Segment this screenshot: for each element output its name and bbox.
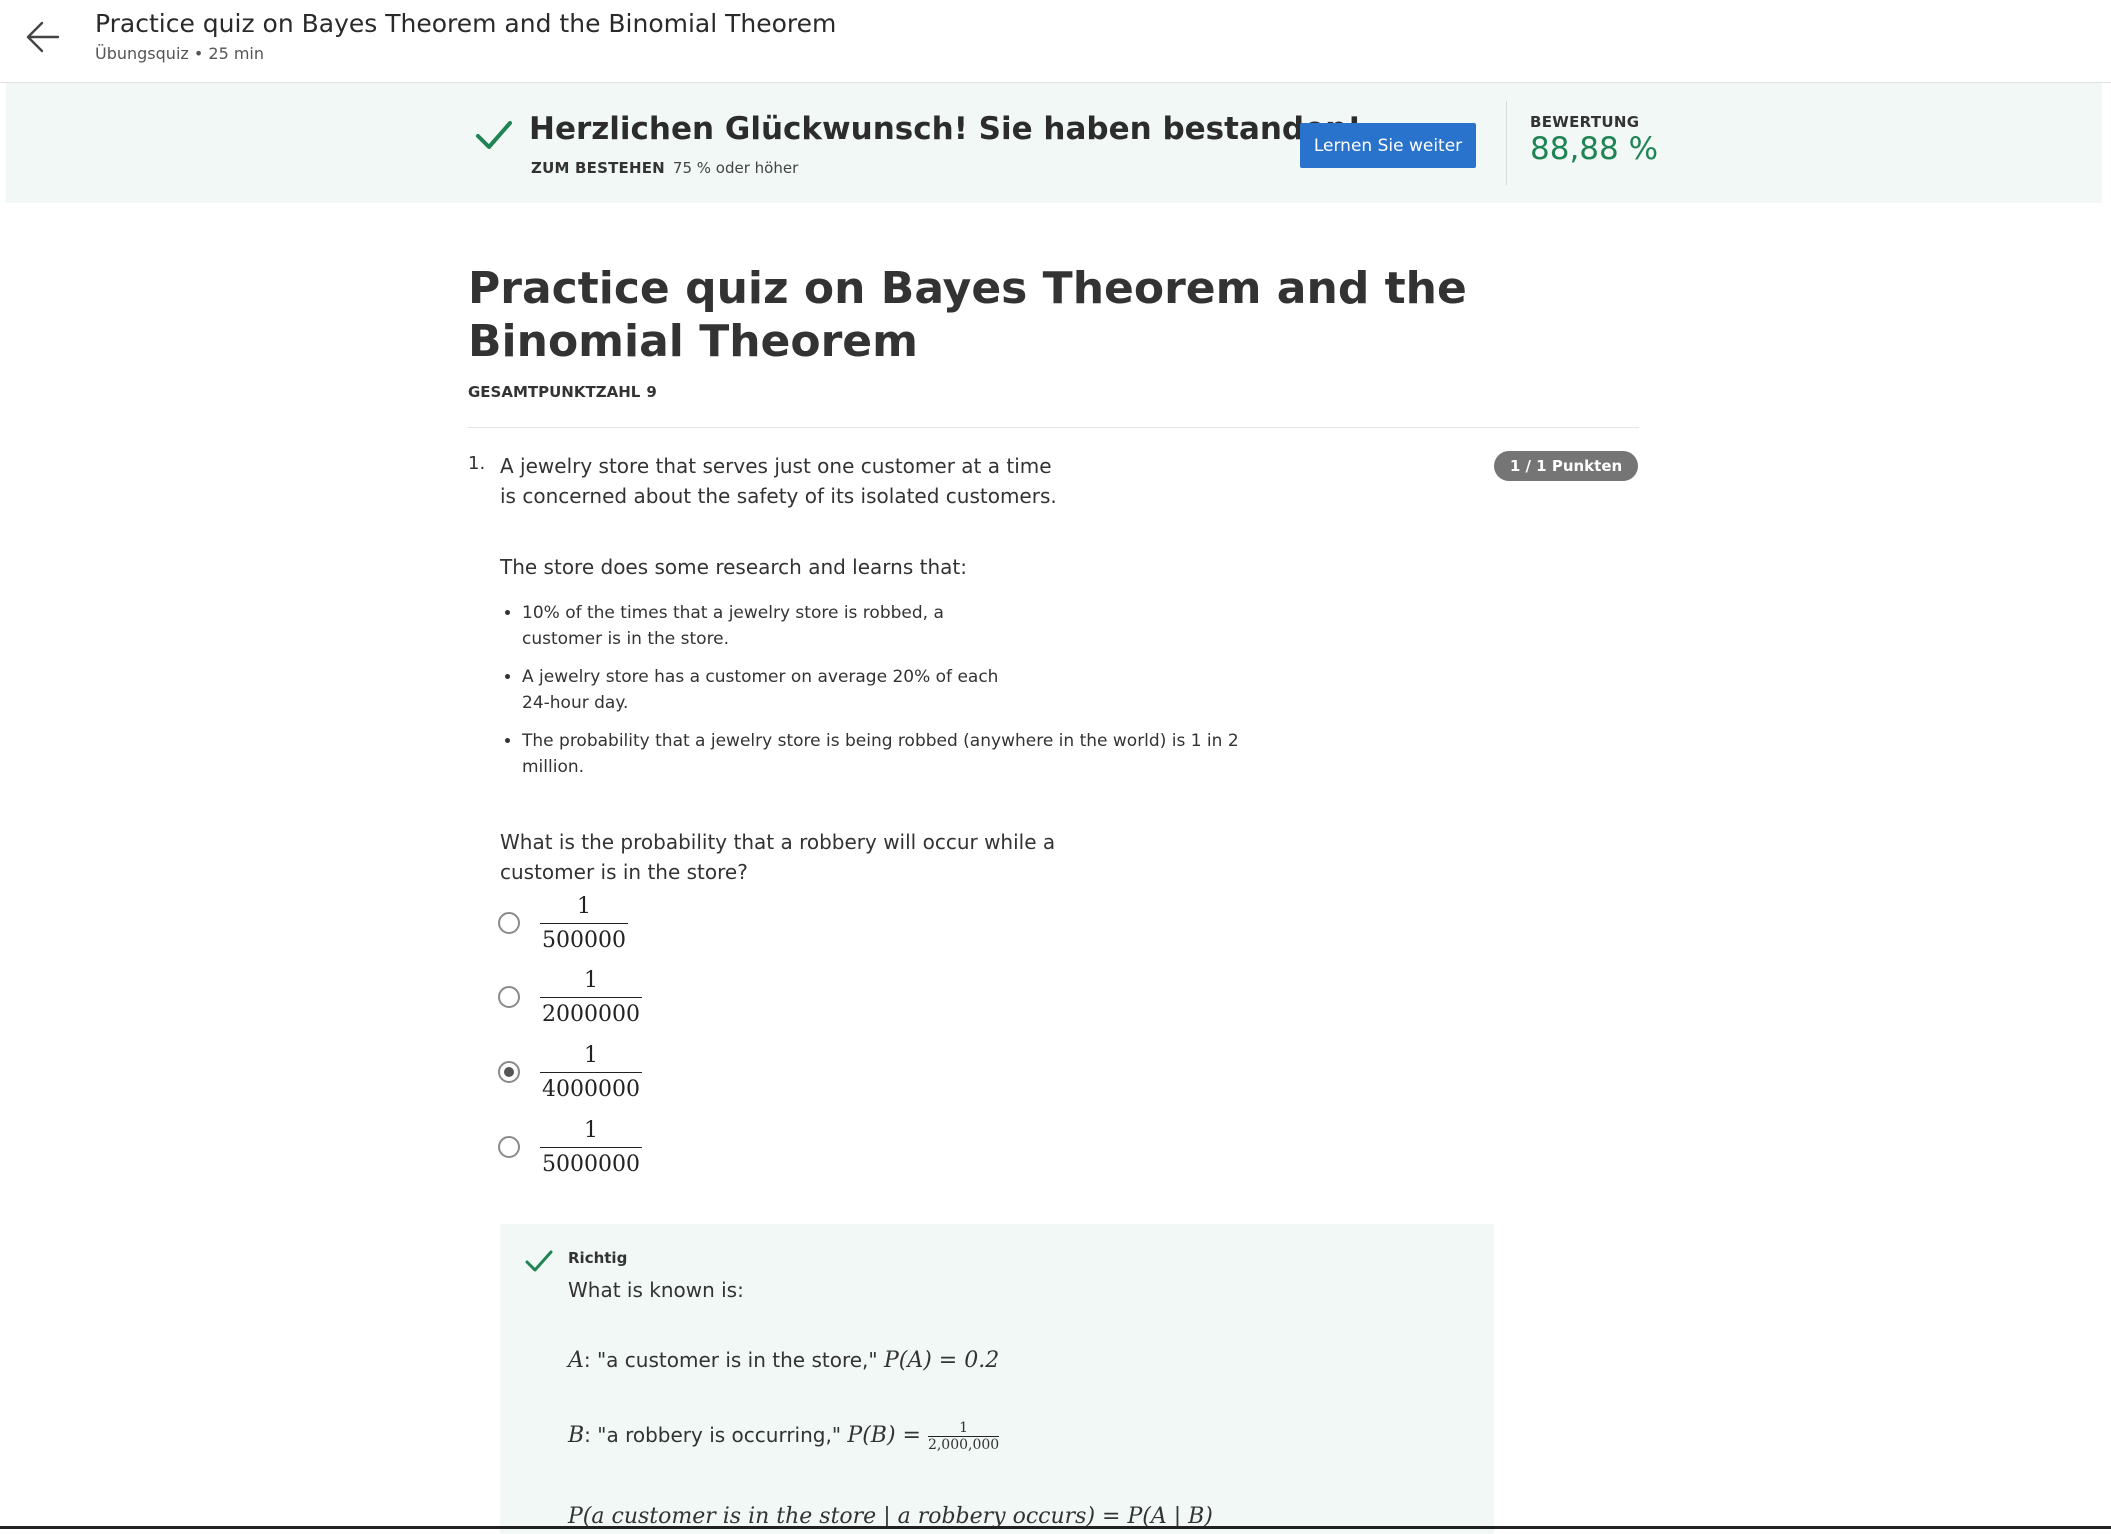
denominator: 5000000 [540,1146,642,1177]
denominator: 500000 [540,922,628,953]
radio-button[interactable] [498,1136,520,1158]
research-intro: The store does some research and learns … [500,555,967,579]
back-arrow-icon[interactable] [24,18,62,56]
fraction: 1 2,000,000 [927,1420,1000,1453]
numerator: 1 [583,1042,598,1068]
denominator: 4000000 [540,1071,642,1102]
radio-button[interactable] [498,912,520,934]
total-points-value: 9 [646,383,657,401]
fraction: 1 2000000 [540,968,642,1027]
header-subtitle: Übungsquiz • 25 min [95,44,265,63]
radio-button-selected[interactable] [498,1061,520,1083]
header-title: Practice quiz on Bayes Theorem and the B… [95,9,837,38]
checkmark-icon [476,121,512,149]
answer-option-2[interactable]: 1 2000000 [498,964,642,1030]
pass-banner: Herzlichen Glückwunsch! Sie haben bestan… [6,83,2102,203]
feedback-line-b: B: "a robbery is occurring," P(B) = 1 2,… [568,1420,1000,1453]
fraction: 1 500000 [540,894,628,953]
radio-button[interactable] [498,986,520,1008]
feedback-text: : "a robbery is occurring," [584,1423,848,1447]
pass-threshold-label: ZUM BESTEHEN [531,159,665,177]
grade-value: 88,88 % [1530,131,1659,167]
denominator: 2000000 [540,996,642,1027]
math-expression: P(A) = 0.2 [883,1348,1000,1373]
continue-learning-button[interactable]: Lernen Sie weiter [1300,123,1476,168]
total-points: GESAMTPUNKTZAHL 9 [468,383,657,401]
fraction: 1 5000000 [540,1118,642,1177]
answer-option-3[interactable]: 1 4000000 [498,1039,642,1105]
numerator: 1 [959,1420,969,1436]
feedback-line-a: A: "a customer is in the store," P(A) = … [568,1348,999,1373]
list-item: 10% of the times that a jewelry store is… [522,600,1022,652]
points-badge: 1 / 1 Punkten [1494,451,1638,481]
question-prompt: What is the probability that a robbery w… [500,830,1056,884]
facts-list: 10% of the times that a jewelry store is… [500,600,1242,792]
pass-threshold-value: 75 % oder höher [672,159,799,177]
answer-option-4[interactable]: 1 5000000 [498,1114,642,1180]
banner-divider [1506,101,1507,185]
numerator: 1 [583,967,598,993]
pass-message: Herzlichen Glückwunsch! Sie haben bestan… [529,111,1362,147]
total-points-label: GESAMTPUNKTZAHL [468,383,641,401]
checkmark-icon [525,1250,553,1272]
math-var: B [568,1423,585,1448]
math-expression: P(B) = [847,1423,928,1448]
question-number: 1. [468,453,486,474]
grade-label: BEWERTUNG [1530,113,1640,131]
feedback-text: : "a customer is in the store," [583,1348,884,1372]
denominator: 2,000,000 [927,1436,1000,1453]
fraction: 1 4000000 [540,1043,642,1102]
numerator: 1 [583,1117,598,1143]
list-item: The probability that a jewelry store is … [522,728,1242,780]
divider [468,427,1639,428]
feedback-panel: Richtig What is known is: A: "a customer… [500,1224,1494,1534]
numerator: 1 [576,893,591,919]
list-item: A jewelry store has a customer on averag… [522,664,1002,716]
question-text: A jewelry store that serves just one cus… [500,454,1057,508]
math-var: A [568,1348,584,1373]
feedback-label: Richtig [568,1249,628,1267]
feedback-known: What is known is: [568,1278,744,1302]
top-header: Practice quiz on Bayes Theorem and the B… [0,0,2111,83]
page-title: Practice quiz on Bayes Theorem and the B… [468,263,1467,367]
answer-option-1[interactable]: 1 500000 [498,890,628,956]
pass-threshold: ZUM BESTEHEN 75 % oder höher [531,159,798,177]
